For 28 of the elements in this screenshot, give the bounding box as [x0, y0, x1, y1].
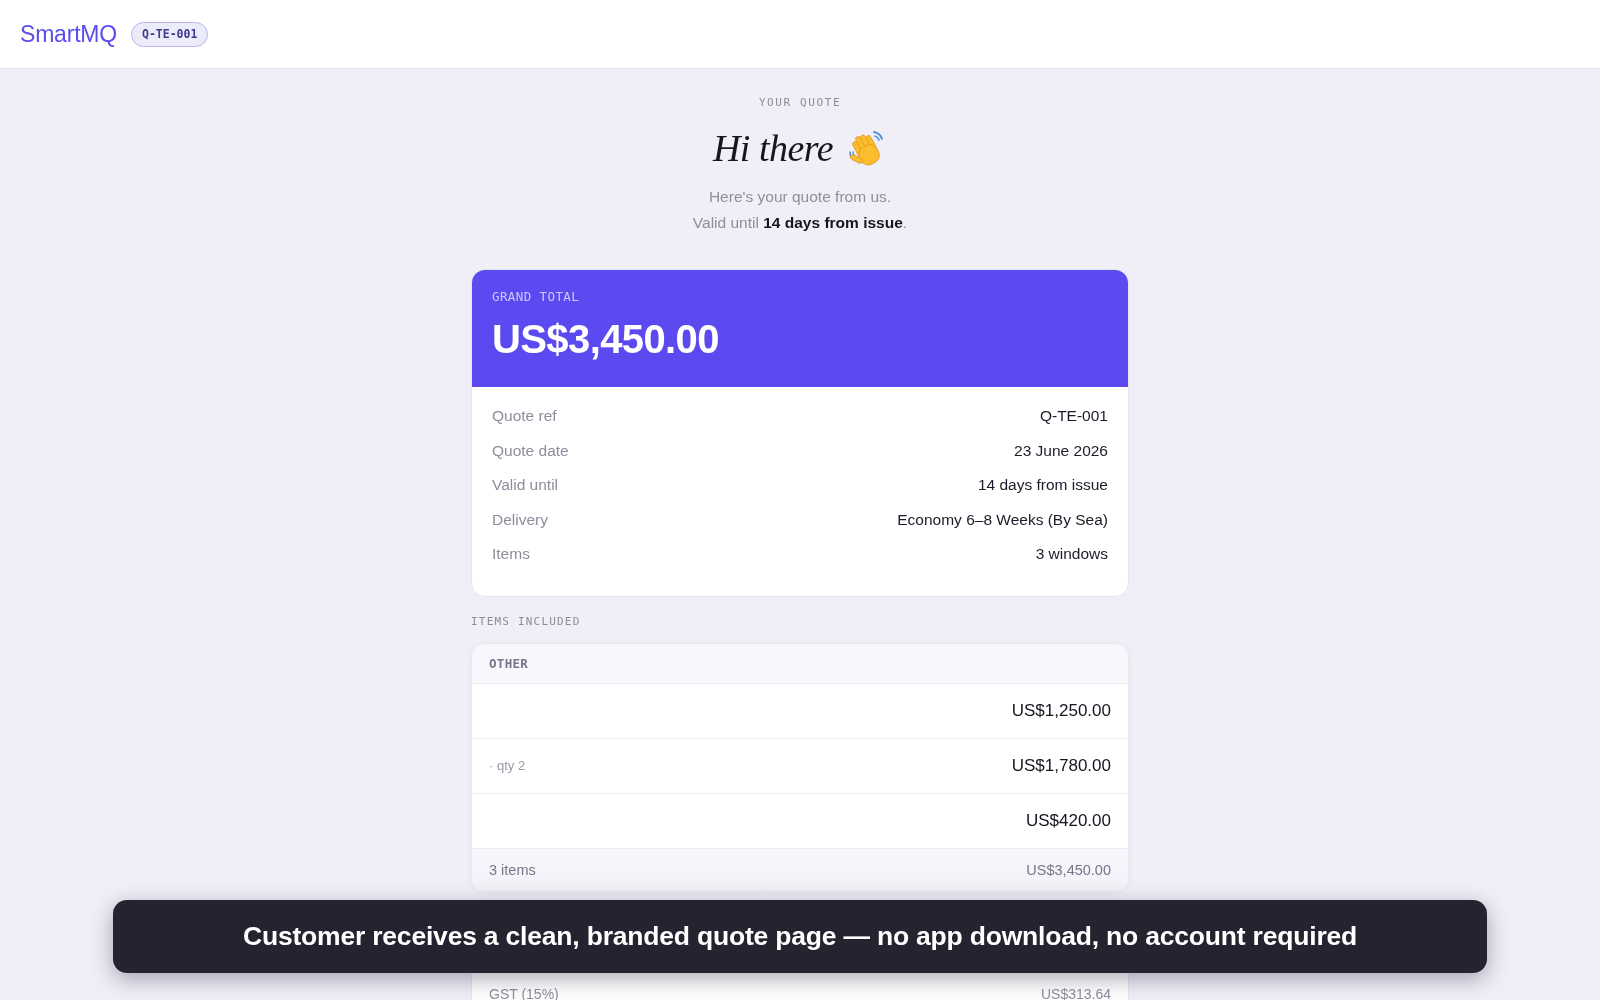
detail-label: Quote ref	[492, 407, 557, 426]
detail-value: Economy 6–8 Weeks (By Sea)	[897, 510, 1108, 529]
detail-value: 23 June 2026	[1014, 441, 1108, 460]
item-price: US$1,780.00	[1011, 755, 1111, 776]
items-subtotal: US$3,450.00	[1026, 861, 1111, 878]
tax-amount: US$313.64	[1040, 984, 1111, 1000]
detail-label: Quote date	[492, 441, 569, 460]
brand-logo: SmartMQ	[20, 20, 117, 48]
item-quantity: · qty 2	[489, 758, 526, 773]
group-heading: OTHER	[489, 655, 529, 671]
quote-ref-badge: Q-TE-001	[131, 21, 209, 47]
detail-label: Delivery	[492, 510, 548, 529]
intro-text: Here's your quote from us.	[708, 187, 892, 207]
detail-label: Valid until	[492, 476, 559, 495]
page-eyebrow: YOUR QUOTE	[758, 96, 842, 110]
item-price: US$420.00	[1025, 810, 1111, 831]
grand-total-label: GRAND TOTAL	[492, 289, 580, 305]
caption-banner: Customer receives a clean, branded quote page — no app download, no account required	[113, 900, 1487, 973]
intro-text: Valid until 14 days from issue.	[692, 213, 908, 233]
grand-total-amount: US$3,450.00	[492, 316, 719, 362]
detail-value: 14 days from issue	[977, 476, 1108, 495]
detail-label: Items	[492, 545, 530, 564]
detail-value: Q-TE-001	[1039, 407, 1108, 426]
greeting-heading: Hi there	[712, 126, 834, 171]
item-count: 3 items	[489, 861, 536, 878]
item-price: US$1,250.00	[1011, 700, 1111, 721]
section-heading: ITEMS INCLUDED	[471, 614, 581, 629]
detail-value: 3 windows	[1035, 545, 1108, 564]
